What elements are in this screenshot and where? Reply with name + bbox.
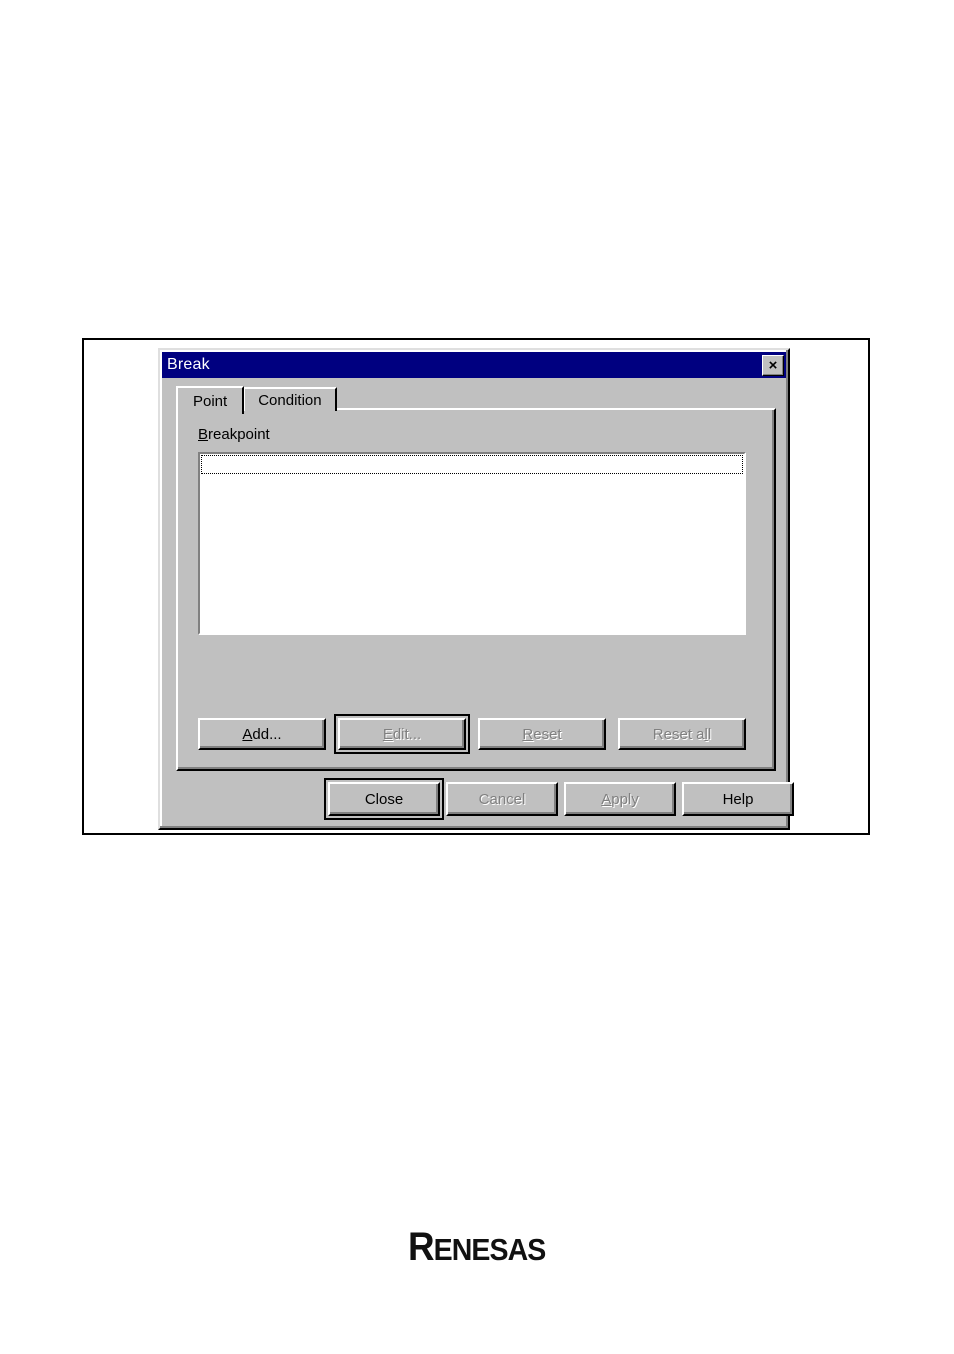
breakpoint-label-rest: reakpoint (208, 426, 270, 443)
add-button[interactable]: Add... (198, 718, 326, 750)
renesas-logo-text: RENESAS (408, 1225, 547, 1270)
breakpoint-label-mnemonic: B (198, 426, 209, 443)
renesas-logo: RENESAS (0, 1225, 954, 1270)
tab-strip: Point Condition (176, 386, 337, 414)
tab-point[interactable]: Point (176, 386, 245, 414)
help-button[interactable]: Help (682, 782, 794, 816)
tab-condition[interactable]: Condition (243, 387, 337, 411)
dialog-title: Break (167, 356, 210, 373)
edit-button-mnemonic: E (382, 725, 393, 743)
apply-button-label: pply (611, 790, 639, 808)
close-window-button[interactable]: × (762, 354, 784, 376)
apply-button: Apply (564, 782, 676, 816)
reset-button: Reset (478, 718, 606, 750)
add-button-mnemonic: A (242, 725, 253, 743)
close-button[interactable]: Close (328, 782, 440, 816)
figure-frame: Break × Point Condition Breakpoint Add..… (82, 338, 870, 835)
edit-button-label: dit... (392, 725, 422, 743)
reset-all-button: Reset all (618, 718, 746, 750)
break-dialog: Break × Point Condition Breakpoint Add..… (158, 348, 794, 830)
renesas-logo-rest: ENESAS (433, 1232, 547, 1267)
tab-point-label: Point (193, 392, 228, 410)
tab-condition-label: Condition (258, 391, 322, 409)
reset-button-mnemonic: R (522, 725, 534, 743)
breakpoint-group-label: Breakpoint (198, 426, 270, 443)
breakpoint-listbox[interactable] (198, 452, 746, 635)
edit-button: Edit... (338, 718, 466, 750)
cancel-button: Cancel (446, 782, 558, 816)
reset-button-label: eset (533, 725, 562, 743)
apply-button-mnemonic: A (601, 790, 612, 808)
add-button-label: dd... (252, 725, 282, 743)
dialog-titlebar: Break × (162, 352, 786, 378)
renesas-logo-cap: R (408, 1225, 435, 1269)
reset-all-button-label-tail: l (707, 725, 712, 743)
reset-all-button-label: Reset a (652, 725, 705, 743)
listbox-focus-row[interactable] (201, 455, 743, 474)
point-tab-panel: Breakpoint Add... Edit... Reset Reset al… (176, 408, 776, 771)
close-icon: × (768, 356, 778, 374)
